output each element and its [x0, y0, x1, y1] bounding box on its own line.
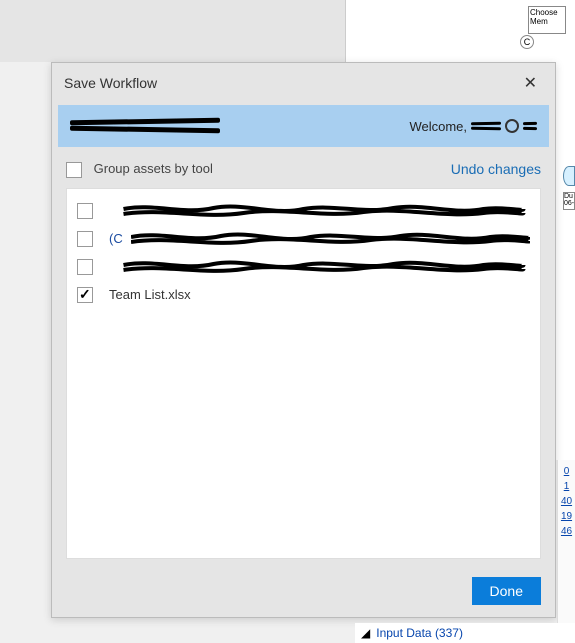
ruler-value: 40: [561, 496, 572, 507]
dialog-button-row: Done: [52, 569, 555, 617]
asset-label: (C: [109, 231, 123, 246]
asset-list-panel: (C Team List.xlsx: [66, 188, 541, 559]
right-ruler-strip: 0 1 40 19 46: [557, 460, 575, 623]
close-icon: ✕: [524, 75, 537, 92]
bottom-status-strip: ◢ Input Data (337): [355, 623, 575, 643]
ruler-value: 0: [564, 466, 570, 477]
group-by-tool-checkbox[interactable]: [66, 162, 82, 178]
asset-checkbox[interactable]: [77, 259, 93, 275]
redacted-asset-path: [131, 232, 530, 246]
save-workflow-dialog: Save Workflow ✕ Welcome, Group assets by…: [51, 62, 556, 618]
list-item[interactable]: (C: [77, 225, 530, 253]
undo-changes-link[interactable]: Undo changes: [451, 161, 541, 177]
ruler-value: 1: [564, 481, 570, 492]
input-data-link[interactable]: Input Data (337): [376, 626, 463, 640]
welcome-label: Welcome,: [409, 119, 467, 134]
redacted-org-name: [70, 117, 220, 135]
list-item[interactable]: Team List.xlsx: [77, 281, 530, 309]
dialog-titlebar: Save Workflow ✕: [52, 63, 555, 103]
dialog-title: Save Workflow: [64, 75, 157, 91]
gear-icon[interactable]: [505, 119, 519, 133]
redacted-username: [471, 119, 501, 133]
close-button[interactable]: ✕: [518, 71, 543, 95]
redacted-asset-path: [117, 204, 530, 218]
redacted-asset-path: [117, 260, 530, 274]
group-by-tool-text: Group assets by tool: [94, 161, 213, 176]
input-data-icon: ◢: [361, 626, 370, 640]
canvas-partial-box[interactable]: Du 06-: [563, 192, 575, 210]
background-left-panel: [0, 0, 345, 62]
options-row: Group assets by tool Undo changes: [52, 155, 555, 184]
canvas-node-box[interactable]: Choose Mem: [528, 6, 566, 34]
canvas-connector-node[interactable]: C: [520, 35, 534, 49]
asset-checkbox[interactable]: [77, 287, 93, 303]
asset-checkbox[interactable]: [77, 231, 93, 247]
done-button[interactable]: Done: [472, 577, 541, 605]
redacted-trailing: [523, 119, 537, 133]
ruler-value: 46: [561, 526, 572, 537]
group-by-tool-label[interactable]: Group assets by tool: [66, 161, 213, 178]
list-item[interactable]: [77, 253, 530, 281]
welcome-right: Welcome,: [409, 119, 537, 134]
welcome-banner: Welcome,: [58, 105, 549, 147]
canvas-tool-icon[interactable]: [563, 166, 575, 186]
list-item[interactable]: [77, 197, 530, 225]
ruler-value: 19: [561, 511, 572, 522]
asset-label: Team List.xlsx: [109, 287, 191, 302]
asset-checkbox[interactable]: [77, 203, 93, 219]
